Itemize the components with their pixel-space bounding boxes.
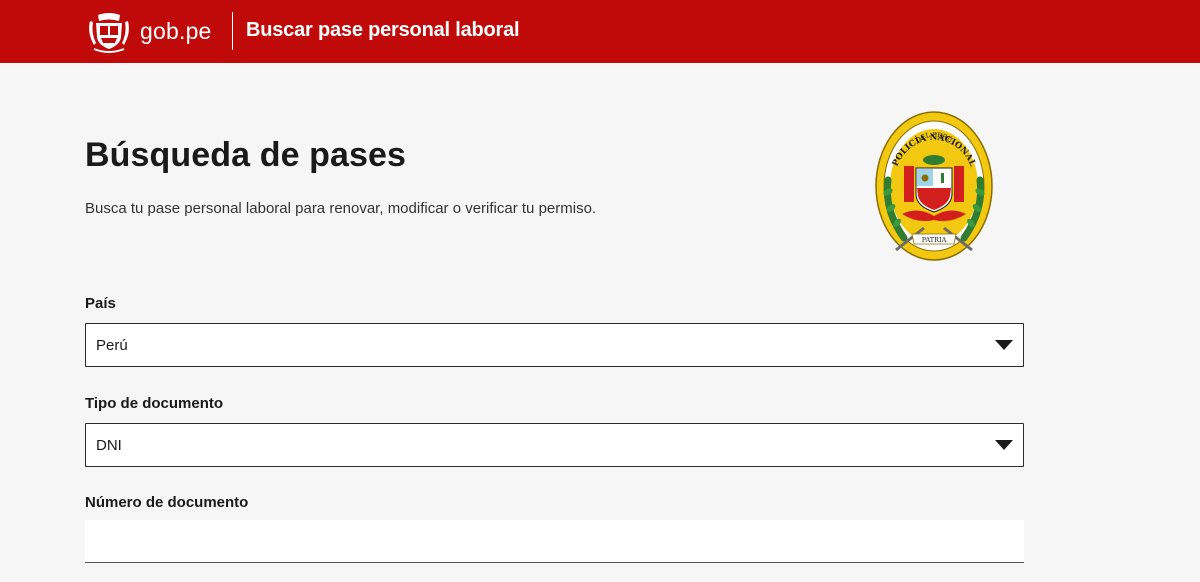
section-title: Buscar pase personal laboral <box>246 19 520 41</box>
document-type-label: Tipo de documento <box>85 395 224 412</box>
document-type-selected-value: DNI <box>96 437 122 454</box>
country-selected-value: Perú <box>96 337 128 354</box>
document-number-input[interactable] <box>85 520 1024 563</box>
country-select[interactable]: Perú <box>85 323 1024 367</box>
svg-text:PATRIA: PATRIA <box>922 236 947 244</box>
document-number-label: Número de documento <box>85 494 249 511</box>
dropdown-arrow-icon <box>995 340 1013 350</box>
country-label: País <box>85 295 116 312</box>
brand-name: gob.pe <box>140 17 212 44</box>
dropdown-arrow-icon <box>995 440 1013 450</box>
page-title: Búsqueda de pases <box>85 136 407 174</box>
peru-coat-of-arms-icon <box>89 13 129 53</box>
header-divider <box>232 12 233 50</box>
document-type-select[interactable]: DNI <box>85 423 1024 467</box>
page-description: Busca tu pase personal laboral para reno… <box>85 200 597 217</box>
top-bar: gob.pe Buscar pase personal laboral <box>0 0 1200 63</box>
home-link[interactable]: gob.pe <box>86 9 212 53</box>
policia-nacional-emblem-icon: POLICÍA NACIONAL DEL PERÚ PATRIA <box>875 111 993 261</box>
